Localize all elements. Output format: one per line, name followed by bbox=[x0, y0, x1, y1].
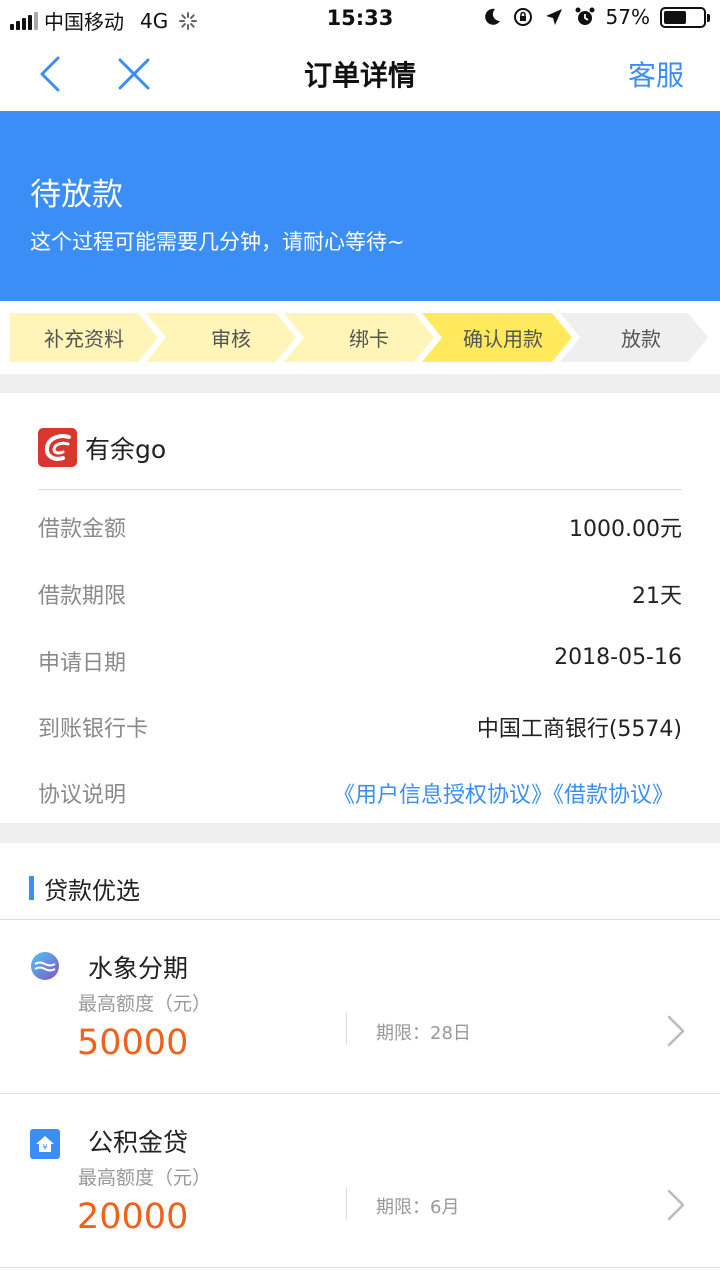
order-detail-screen: 中国移动 4G 15:33 57% 订单详情 客服 待放款 这个过程可能需要几分… bbox=[0, 0, 720, 1280]
progress-steps: 补充资料 审核 绑卡 确认用款 放款 bbox=[0, 301, 720, 374]
order-info-card: 有余go 借款金额 1000.00元 借款期限 21天 申请日期 2018-05… bbox=[0, 393, 720, 823]
loan-amount-row: 借款金额 1000.00元 bbox=[38, 511, 682, 547]
loan-name: 公积金贷 bbox=[88, 1128, 189, 1157]
lender-logo-icon bbox=[38, 428, 77, 467]
status-banner: 待放款 这个过程可能需要几分钟，请耐心等待~ bbox=[0, 111, 720, 301]
battery-icon bbox=[660, 6, 710, 28]
step-disburse: 放款 bbox=[560, 313, 710, 362]
loan-amount: 20000 bbox=[77, 1197, 189, 1237]
customer-service-button[interactable]: 客服 bbox=[628, 54, 684, 94]
chevron-right-icon bbox=[667, 1015, 685, 1047]
step-label: 绑卡 bbox=[349, 327, 389, 351]
section-title: 贷款优选 bbox=[44, 877, 140, 905]
rotation-lock-icon bbox=[513, 8, 532, 26]
step-confirm: 确认用款 bbox=[422, 313, 572, 362]
step-review: 审核 bbox=[146, 313, 296, 362]
row-label: 借款期限 bbox=[38, 584, 127, 609]
wave-icon bbox=[31, 952, 59, 980]
page-title: 订单详情 bbox=[303, 59, 416, 92]
location-icon bbox=[545, 9, 562, 25]
battery-fill bbox=[664, 10, 686, 24]
agreement-links[interactable]: 《用户信息授权协议》《借款协议》 bbox=[333, 777, 674, 809]
loan-max-label: 最高额度（元） bbox=[78, 993, 212, 1015]
battery-percent: 57% bbox=[605, 5, 650, 29]
loan-max-label: 最高额度（元） bbox=[78, 1167, 212, 1189]
lender-name: 有余go bbox=[85, 434, 167, 464]
chevron-right-icon bbox=[667, 1189, 685, 1221]
loan-term: 期限：28日 bbox=[376, 1023, 471, 1044]
row-label: 协议说明 bbox=[38, 783, 127, 808]
apply-date-row: 申请日期 2018-05-16 bbox=[38, 645, 682, 681]
loan-separator bbox=[346, 1187, 347, 1219]
loan-amount: 50000 bbox=[77, 1023, 189, 1063]
section-header: 贷款优选 bbox=[0, 843, 720, 920]
row-value: 中国工商银行(5574) bbox=[476, 717, 682, 742]
banner-subtitle: 这个过程可能需要几分钟，请耐心等待~ bbox=[30, 230, 405, 254]
nav-bar: 订单详情 客服 bbox=[0, 38, 720, 111]
loan-term-row: 借款期限 21天 bbox=[38, 578, 682, 614]
loan-name: 水象分期 bbox=[88, 954, 189, 983]
loan-item-shuixiang[interactable]: 水象分期 最高额度（元） 50000 期限：28日 bbox=[0, 921, 720, 1094]
step-label: 补充资料 bbox=[44, 327, 124, 351]
divider bbox=[38, 489, 682, 490]
alarm-icon bbox=[575, 7, 595, 25]
loan-item-gongjijin[interactable]: ¥ 公积金贷 最高额度（元） 20000 期限：6月 bbox=[0, 1095, 720, 1268]
row-value: 21天 bbox=[632, 584, 682, 609]
row-label: 借款金额 bbox=[38, 517, 127, 542]
lender-brand: 有余go bbox=[38, 428, 166, 467]
status-bar: 中国移动 4G 15:33 57% bbox=[0, 0, 720, 38]
section-accent-bar bbox=[29, 876, 34, 900]
row-label: 到账银行卡 bbox=[38, 717, 149, 742]
loan-recommend-section: 贷款优选 水象分期 最高额度（元） 50000 期限：28日 ¥ 公积金贷 最高… bbox=[0, 843, 720, 1280]
step-label: 确认用款 bbox=[463, 327, 543, 351]
step-label: 放款 bbox=[621, 327, 661, 351]
row-value: 2018-05-16 bbox=[554, 645, 682, 670]
row-value: 1000.00元 bbox=[569, 517, 682, 542]
bank-card-row: 到账银行卡 中国工商银行(5574) bbox=[38, 711, 682, 747]
house-icon: ¥ bbox=[30, 1129, 60, 1159]
banner-title: 待放款 bbox=[30, 177, 123, 213]
step-label: 审核 bbox=[211, 327, 251, 351]
status-right: 57% bbox=[482, 5, 710, 29]
loan-separator bbox=[346, 1013, 347, 1045]
agreement-row: 协议说明 《用户信息授权协议》《借款协议》 bbox=[38, 777, 682, 813]
loan-term: 期限：6月 bbox=[376, 1197, 460, 1218]
step-bind-card: 绑卡 bbox=[284, 313, 434, 362]
row-label: 申请日期 bbox=[38, 651, 127, 676]
step-supplement: 补充资料 bbox=[10, 313, 158, 362]
moon-icon bbox=[484, 8, 500, 25]
svg-text:¥: ¥ bbox=[42, 1143, 47, 1152]
